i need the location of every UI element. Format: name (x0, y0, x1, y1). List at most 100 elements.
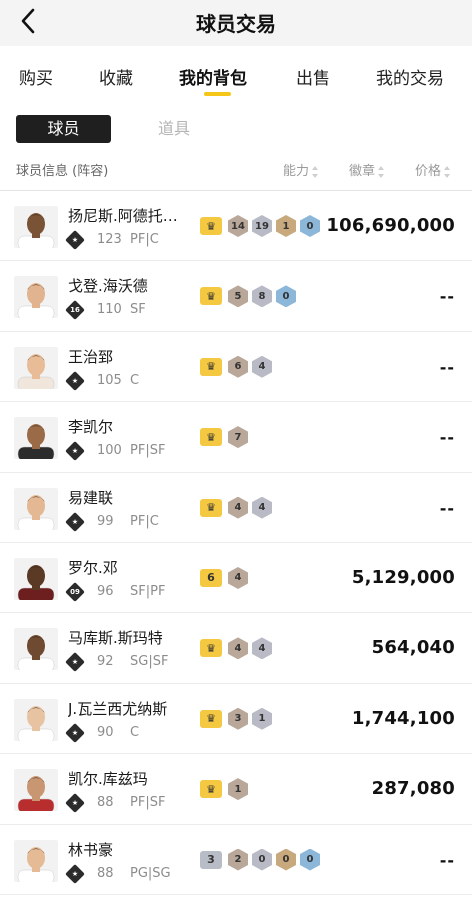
tier-badge: ★ (65, 722, 85, 743)
player-price: 1,744,100 (351, 707, 455, 729)
player-position: PF|SF (130, 795, 166, 811)
player-position: C (130, 372, 140, 388)
tier-icon: ★ (71, 376, 79, 385)
player-row[interactable]: 罗尔.邓 09 96 SF|PF 64 5,129,000 (0, 543, 472, 614)
player-position: SF (130, 302, 146, 318)
badge-count: 5 (228, 285, 248, 308)
tier-badge: ★ (65, 863, 85, 884)
badge-count: 14 (228, 215, 248, 237)
sort-icon (312, 165, 319, 178)
player-price: 5,129,000 (351, 566, 455, 588)
player-position: PF|C (130, 513, 159, 529)
column-price[interactable]: 价格 (415, 160, 451, 179)
crown-icon: ♛ (200, 780, 222, 799)
tab-buy[interactable]: 购买 (19, 64, 53, 89)
badge-group: 64 (200, 566, 252, 589)
player-row[interactable]: 戈登.海沃德 16 110 SF ♛ 5 8 0 -- (0, 261, 472, 332)
player-row[interactable]: 易建联 ★ 99 PF|C ♛ 4 4 -- (0, 473, 472, 543)
player-price: -- (439, 498, 455, 518)
player-row[interactable]: 扬尼斯.阿德托… ★ 123 PF|C ♛ 14 19 1 0 106,690,000 (0, 191, 472, 262)
player-avatar (14, 487, 58, 530)
active-tab-indicator (204, 92, 231, 96)
player-avatar (14, 628, 58, 671)
badge-count: 4 (228, 566, 248, 589)
player-rating: 123 (97, 232, 122, 247)
level-badge: 6 (200, 568, 222, 587)
player-rating: 88 (97, 865, 114, 881)
crown-icon: ♛ (200, 217, 222, 235)
player-rating: 88 (97, 795, 114, 811)
player-price: -- (439, 287, 455, 307)
badge-count: 4 (252, 355, 272, 378)
player-list: 扬尼斯.阿德托… ★ 123 PF|C ♛ 14 19 1 0 106,690,000 … (0, 191, 472, 895)
player-rating: 90 (97, 724, 114, 740)
column-player-info: 球员信息 (阵容) (16, 164, 109, 179)
player-row[interactable]: 凯尔.库兹玛 ★ 88 PF|SF ♛ 1 287,080 (0, 754, 472, 825)
player-row[interactable]: 王治郅 ★ 105 C ♛ 6 4 -- (0, 332, 472, 403)
player-position: PF|SF (130, 443, 166, 459)
player-rating: 105 (97, 372, 122, 388)
badge-count: 1 (228, 778, 248, 801)
badge-count: 8 (252, 285, 272, 308)
badge-count: 0 (300, 215, 320, 237)
tier-icon: ★ (71, 447, 79, 456)
player-avatar (14, 417, 58, 460)
tier-icon: ★ (71, 728, 79, 737)
badge-count: 1 (252, 707, 272, 730)
title-bar: 球员交易 (0, 0, 472, 46)
segment-items[interactable]: 道具 (158, 115, 198, 143)
player-avatar (14, 769, 58, 812)
badge-count: 0 (252, 848, 272, 871)
tier-badge: ★ (65, 793, 85, 814)
player-avatar (14, 206, 58, 248)
badge-count: 1 (276, 215, 296, 237)
crown-icon: ♛ (200, 639, 222, 658)
column-badge[interactable]: 徽章 (349, 160, 385, 179)
player-name: 扬尼斯.阿德托… (68, 207, 178, 225)
badge-group: 32000 (200, 848, 324, 871)
badge-group: ♛ 5 8 0 (200, 285, 300, 308)
tab-my-trades[interactable]: 我的交易 (376, 64, 444, 89)
badge-group: ♛ 6 4 (200, 355, 276, 378)
badge-count: 6 (228, 355, 248, 378)
player-name: 戈登.海沃德 (68, 277, 148, 296)
player-name: 马库斯.斯玛特 (68, 629, 163, 648)
level-badge: 3 (200, 850, 222, 869)
segment-players[interactable]: 球员 (16, 115, 111, 143)
player-price: -- (439, 357, 455, 377)
player-name: 易建联 (68, 488, 114, 507)
player-price: 564,040 (371, 637, 455, 659)
player-position: PF|C (130, 232, 159, 247)
badge-count: 4 (252, 637, 272, 660)
player-position: PG|SG (130, 865, 171, 881)
tier-icon: ★ (71, 658, 79, 667)
badge-count: 4 (228, 637, 248, 660)
player-rating: 110 (97, 302, 122, 318)
player-name: 王治郅 (68, 347, 114, 366)
column-ability[interactable]: 能力 (283, 160, 319, 179)
tier-badge: ★ (65, 652, 85, 673)
tier-badge: ★ (65, 370, 85, 391)
player-row[interactable]: 马库斯.斯玛特 ★ 92 SG|SF ♛ 4 4 564,040 (0, 613, 472, 684)
page-title: 球员交易 (196, 12, 276, 36)
tier-badge: ★ (65, 230, 85, 250)
player-rating: 92 (97, 654, 114, 670)
badge-count: 4 (228, 496, 248, 519)
tier-icon: ★ (71, 799, 79, 808)
player-row[interactable]: 林书豪 ★ 88 PG|SG 32000 -- (0, 825, 472, 895)
sort-icon (444, 165, 451, 178)
player-row[interactable]: J.瓦兰西尤纳斯 ★ 90 C ♛ 3 1 1,744,100 (0, 684, 472, 755)
player-row[interactable]: 李凯尔 ★ 100 PF|SF ♛ 7 -- (0, 402, 472, 473)
tab-my-backpack[interactable]: 我的背包 (179, 64, 247, 89)
tier-icon: ★ (71, 869, 79, 878)
tab-favorites[interactable]: 收藏 (99, 64, 133, 89)
player-rating: 96 (97, 583, 114, 599)
tab-bar: 购买 收藏 我的背包 出售 我的交易 (0, 46, 472, 98)
badge-count: 0 (276, 285, 296, 308)
player-avatar (14, 557, 58, 600)
player-rating: 99 (97, 513, 114, 529)
tab-sell[interactable]: 出售 (296, 64, 330, 89)
player-name: 林书豪 (68, 840, 114, 859)
player-price: 106,690,000 (326, 215, 455, 236)
tier-icon: ★ (71, 517, 79, 526)
